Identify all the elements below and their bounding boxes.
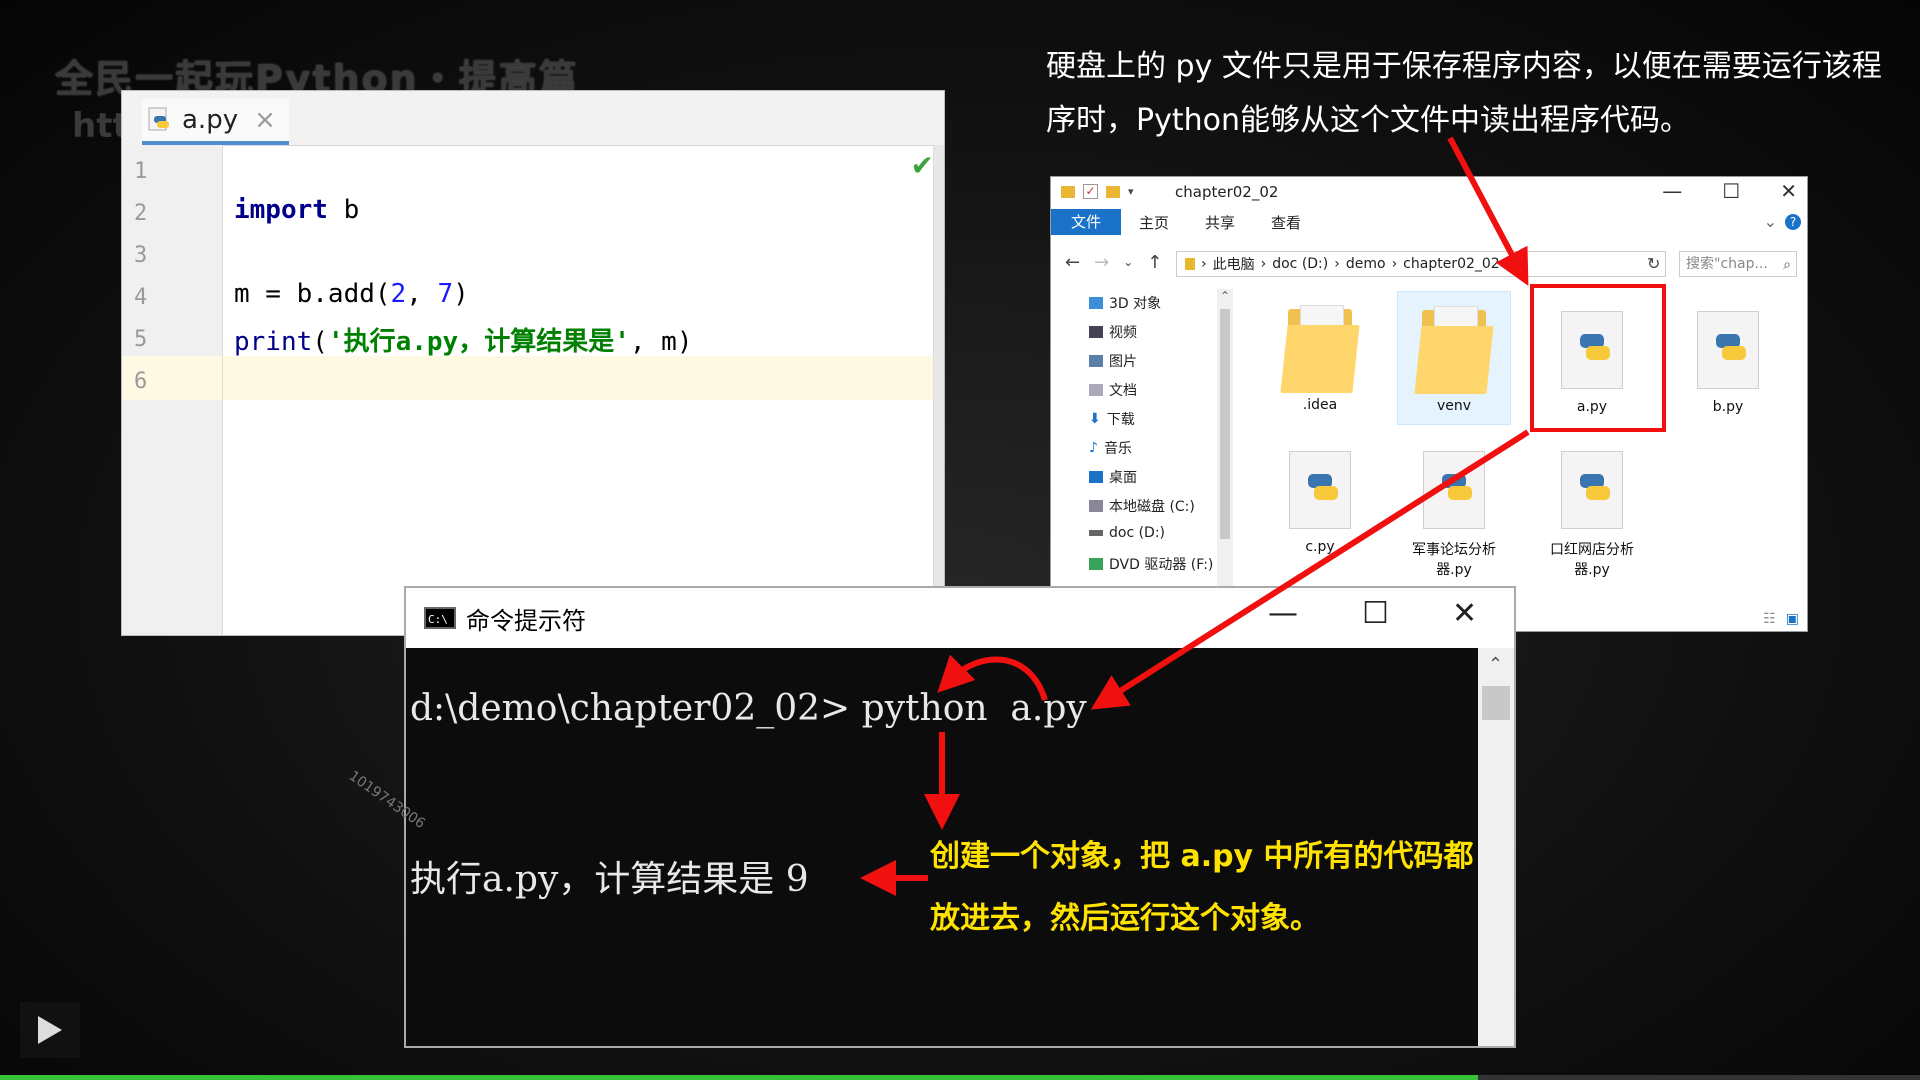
arrow-file-to-cmd bbox=[1090, 429, 1530, 710]
arrow-curve-python bbox=[937, 654, 1048, 701]
video-progress-bar[interactable] bbox=[0, 1075, 1920, 1080]
play-button[interactable] bbox=[20, 1002, 80, 1058]
annotation-arrows bbox=[860, 136, 1530, 896]
progress-fill bbox=[0, 1075, 1479, 1080]
play-icon bbox=[38, 1016, 62, 1044]
arrow-text-to-file bbox=[1447, 136, 1529, 286]
